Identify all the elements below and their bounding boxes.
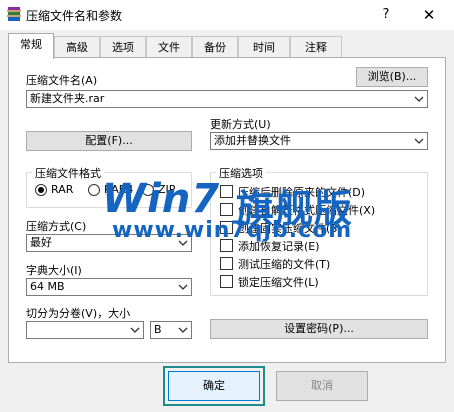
- tab-files[interactable]: 文件: [146, 36, 192, 58]
- chevron-down-icon: [414, 138, 424, 144]
- archive-name-value: 新建文件夹.rar: [30, 92, 105, 105]
- close-button[interactable]: ✕: [414, 4, 444, 26]
- window-title: 压缩文件名和参数: [26, 9, 123, 23]
- tab-options[interactable]: 选项: [100, 36, 146, 58]
- split-unit-select[interactable]: B: [150, 321, 192, 339]
- ok-button[interactable]: 确定: [168, 371, 260, 401]
- chevron-down-icon: [178, 284, 188, 290]
- archive-name-label: 压缩文件名(A): [26, 74, 98, 87]
- delete-after-checkbox[interactable]: [220, 185, 233, 198]
- update-mode-value: 添加并替换文件: [214, 134, 291, 147]
- method-label: 压缩方式(C): [26, 220, 87, 233]
- chevron-down-icon: [130, 327, 140, 333]
- archive-name-combobox[interactable]: 新建文件夹.rar: [26, 90, 428, 108]
- update-mode-label: 更新方式(U): [210, 118, 271, 131]
- chevron-down-icon: [414, 96, 424, 102]
- split-label: 切分为分卷(V)，大小: [26, 307, 131, 320]
- cancel-button[interactable]: 取消: [276, 371, 368, 401]
- watermark-brand: Win7: [102, 176, 221, 222]
- lock-archive-label: 锁定压缩文件(L): [238, 276, 319, 289]
- sfx-checkbox[interactable]: [220, 203, 233, 216]
- browse-button[interactable]: 浏览(B)...: [356, 67, 428, 87]
- profiles-button[interactable]: 配置(F)...: [26, 131, 192, 151]
- archive-format-legend: 压缩文件格式: [32, 165, 104, 181]
- dictionary-select[interactable]: 64 MB: [26, 278, 192, 296]
- tab-time[interactable]: 时间: [238, 36, 290, 58]
- tab-comment[interactable]: 注释: [290, 36, 342, 58]
- set-password-button[interactable]: 设置密码(P)...: [210, 319, 428, 339]
- help-button[interactable]: ?: [372, 4, 400, 26]
- tab-advanced[interactable]: 高级: [54, 36, 100, 58]
- lock-archive-checkbox[interactable]: [220, 275, 233, 288]
- format-rar-label: RAR: [51, 183, 74, 196]
- method-value: 最好: [30, 236, 52, 249]
- split-size-combobox[interactable]: [26, 321, 144, 339]
- test-archived-checkbox[interactable]: [220, 257, 233, 270]
- dictionary-label: 字典大小(I): [26, 264, 82, 277]
- watermark-url: www.win7qjb.com: [112, 218, 353, 243]
- chevron-down-icon: [178, 327, 188, 333]
- split-unit-value: B: [154, 323, 162, 336]
- tab-general[interactable]: 常规: [8, 33, 54, 59]
- format-rar-radio[interactable]: [35, 184, 47, 196]
- winrar-app-icon: [7, 7, 21, 21]
- update-mode-select[interactable]: 添加并替换文件: [210, 132, 428, 150]
- test-archived-label: 测试压缩的文件(T): [238, 258, 331, 271]
- tab-backup[interactable]: 备份: [192, 36, 238, 58]
- format-rar4-radio[interactable]: [88, 184, 100, 196]
- dictionary-value: 64 MB: [30, 280, 65, 293]
